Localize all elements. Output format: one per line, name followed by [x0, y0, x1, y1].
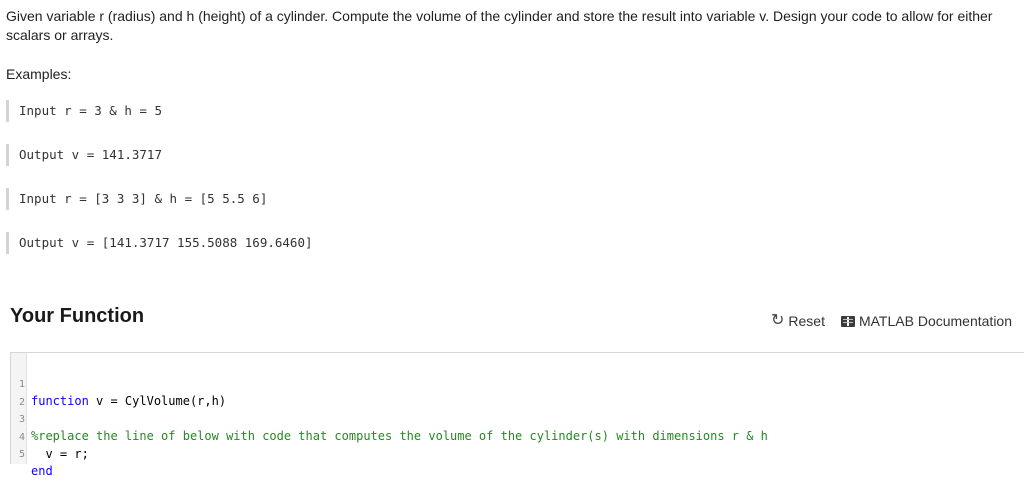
code-line-2[interactable]: 2 [11, 377, 40, 408]
example-output-1: Output v = 141.3717 [6, 144, 162, 166]
examples-label: Examples: [6, 66, 72, 82]
code-line-1[interactable]: 1 function v = CylVolume(r,h) [11, 359, 226, 408]
reset-label: Reset [788, 313, 825, 329]
code-line-5[interactable]: 5 end [11, 429, 53, 478]
line-number: 5 [18, 449, 25, 460]
problem-description: Given variable r (radius) and h (height)… [6, 8, 993, 43]
reset-button[interactable]: ↻ Reset [770, 312, 825, 330]
code-comment: %replace the line of below with code tha… [31, 429, 768, 443]
code-line-3[interactable]: 3 %replace the line of below with code t… [11, 394, 768, 443]
editor-actions: ↻ Reset MATLAB Documentation [770, 312, 1012, 330]
example-input-2: Input r = [3 3 3] & h = [5 5.5 6] [6, 188, 267, 210]
matlab-documentation-label: MATLAB Documentation [858, 313, 1012, 329]
your-function-title: Your Function [10, 305, 145, 327]
example-input-1: Input r = 3 & h = 5 [6, 100, 162, 122]
matlab-documentation-link[interactable]: MATLAB Documentation [840, 313, 1012, 329]
keyword-end: end [31, 464, 53, 478]
function-signature: v = CylVolume(r,h) [88, 394, 227, 408]
code-line-4[interactable]: 4 v = r; [11, 412, 89, 461]
code-editor[interactable]: 1 function v = CylVolume(r,h) 2 3 %repla… [10, 352, 1024, 478]
example-output-2: Output v = [141.3717 155.5088 169.6460] [6, 232, 313, 254]
book-icon [840, 315, 855, 327]
code-text: function v = CylVolume(r,h) [31, 393, 226, 410]
reset-icon: ↻ [770, 312, 785, 329]
